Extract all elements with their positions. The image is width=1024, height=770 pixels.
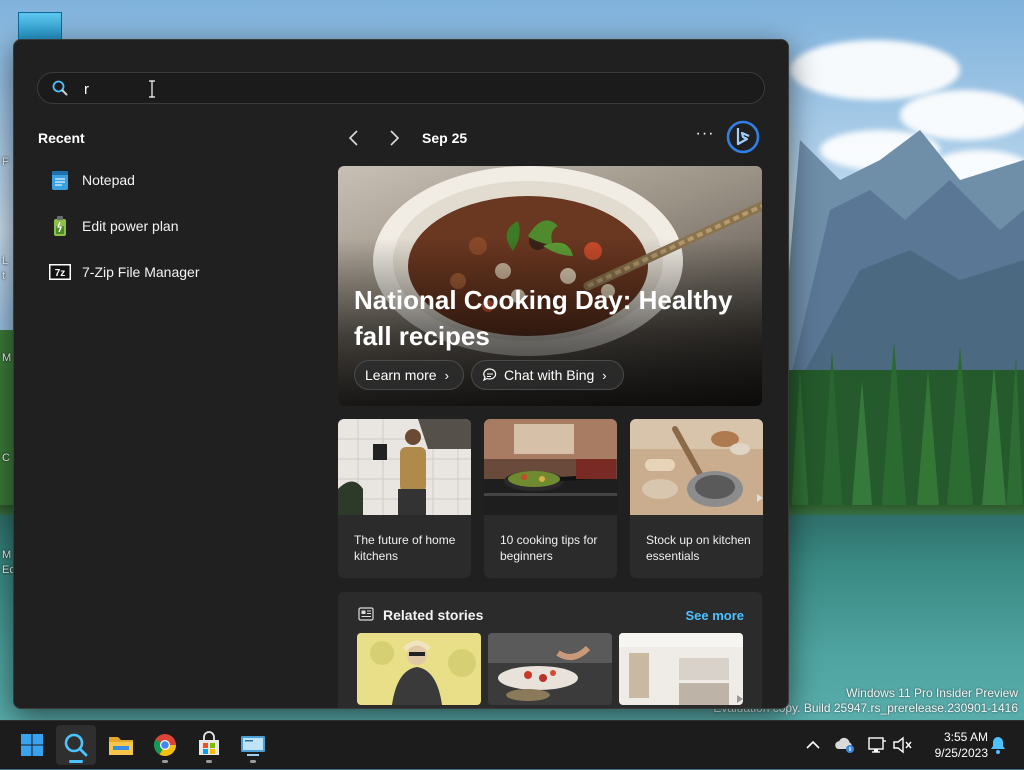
- taskbar-chrome[interactable]: [145, 725, 185, 765]
- desktop-label-fragment: M: [2, 352, 12, 364]
- story-card-cooking-tips[interactable]: 10 cooking tips for beginners: [484, 419, 617, 578]
- taskbar: 3:55 AM 9/25/2023: [0, 720, 1024, 769]
- onedrive-icon[interactable]: [833, 731, 857, 759]
- hero-title: National Cooking Day: Healthy fall recip…: [354, 285, 733, 351]
- bing-chat-icon[interactable]: [726, 120, 760, 154]
- start-icon: [21, 734, 43, 756]
- chevron-right-icon: ›: [444, 367, 449, 383]
- story-thumbnail: [338, 419, 471, 515]
- desktop-label-fragment: M: [2, 549, 12, 561]
- clock-date: 9/25/2023: [934, 746, 988, 760]
- taskbar-search-button[interactable]: [56, 725, 96, 765]
- running-indicator: [250, 760, 256, 763]
- bell-icon[interactable]: [986, 731, 1010, 759]
- start-button[interactable]: [12, 725, 52, 765]
- recent-item-notepad[interactable]: Notepad: [38, 160, 308, 200]
- text-cursor-icon: [149, 80, 155, 98]
- learn-more-button[interactable]: Learn more ›: [354, 360, 464, 390]
- chevron-left-icon[interactable]: [344, 128, 364, 148]
- system-clock[interactable]: 3:55 AM 9/25/2023: [935, 729, 988, 761]
- desktop-label-fragment: C: [2, 452, 10, 464]
- story-card-kitchen-essentials[interactable]: Stock up on kitchen essentials: [630, 419, 763, 578]
- desktop-label-fragment: L: [2, 255, 9, 267]
- recent-item-edit-power-plan[interactable]: Edit power plan: [38, 206, 308, 246]
- recent-item-label: Notepad: [82, 172, 135, 188]
- volume-muted-icon[interactable]: [891, 731, 915, 759]
- highlights-date: Sep 25: [422, 130, 468, 146]
- running-indicator: [162, 760, 168, 763]
- more-options-button[interactable]: ···: [694, 126, 716, 148]
- network-icon[interactable]: [865, 731, 889, 759]
- search-icon: [52, 80, 68, 96]
- related-story-thumbnail[interactable]: [357, 633, 481, 705]
- related-story-thumbnail[interactable]: [619, 633, 743, 705]
- desktop-label-fragment: t: [2, 270, 6, 282]
- desktop-shortcut-icon[interactable]: [18, 12, 62, 42]
- taskbar-remote-desktop[interactable]: [233, 725, 273, 765]
- related-story-thumbnail[interactable]: [488, 633, 612, 705]
- build-watermark-line1: Windows 11 Pro Insider Preview: [846, 686, 1018, 700]
- learn-more-label: Learn more: [365, 367, 437, 383]
- file-explorer-icon: [109, 737, 133, 755]
- taskbar-file-explorer[interactable]: [101, 725, 141, 765]
- story-card-title: Stock up on kitchen essentials: [646, 533, 751, 563]
- taskbar-microsoft-store[interactable]: [189, 725, 229, 765]
- search-input[interactable]: [82, 77, 746, 101]
- search-icon: [64, 733, 88, 757]
- story-card-home-kitchens[interactable]: The future of home kitchens: [338, 419, 471, 578]
- see-more-link[interactable]: See more: [685, 608, 744, 623]
- hero-card[interactable]: National Cooking Day: Healthy fall recip…: [338, 166, 762, 406]
- chevron-right-icon[interactable]: [384, 128, 404, 148]
- story-thumbnail: [484, 419, 617, 515]
- microsoft-store-icon: [199, 731, 219, 755]
- recent-heading: Recent: [38, 130, 85, 146]
- story-card-title: The future of home kitchens: [354, 533, 456, 563]
- svg-text:7z: 7z: [55, 268, 66, 279]
- recent-item-label: 7-Zip File Manager: [82, 264, 200, 280]
- chevron-up-icon[interactable]: [801, 731, 825, 759]
- story-card-title: 10 cooking tips for beginners: [500, 533, 598, 563]
- notepad-icon: [52, 171, 68, 190]
- chevron-right-icon: ›: [602, 367, 607, 383]
- related-stories-heading: Related stories: [383, 607, 484, 623]
- desktop-label-fragment: F: [2, 156, 9, 168]
- news-icon: [358, 607, 374, 621]
- related-stories-section: Related stories See more: [338, 592, 762, 708]
- power-plan-icon: [54, 216, 66, 236]
- clock-time: 3:55 AM: [943, 730, 988, 744]
- 7zip-icon: 7z: [49, 264, 71, 280]
- story-thumbnail: [630, 419, 763, 515]
- recent-item-7zip[interactable]: 7z 7-Zip File Manager: [38, 252, 308, 292]
- running-indicator: [206, 760, 212, 763]
- chat-with-bing-label: Chat with Bing: [504, 367, 595, 383]
- recent-item-label: Edit power plan: [82, 218, 179, 234]
- remote-desktop-icon: [241, 736, 265, 756]
- search-box[interactable]: [37, 72, 765, 104]
- search-panel: Recent Notepad Edit power plan 7z 7-Zip …: [13, 39, 789, 709]
- chat-bubble-icon: [482, 368, 497, 382]
- active-indicator: [69, 760, 83, 763]
- chat-with-bing-button[interactable]: Chat with Bing ›: [471, 360, 624, 390]
- chrome-icon: [154, 734, 176, 756]
